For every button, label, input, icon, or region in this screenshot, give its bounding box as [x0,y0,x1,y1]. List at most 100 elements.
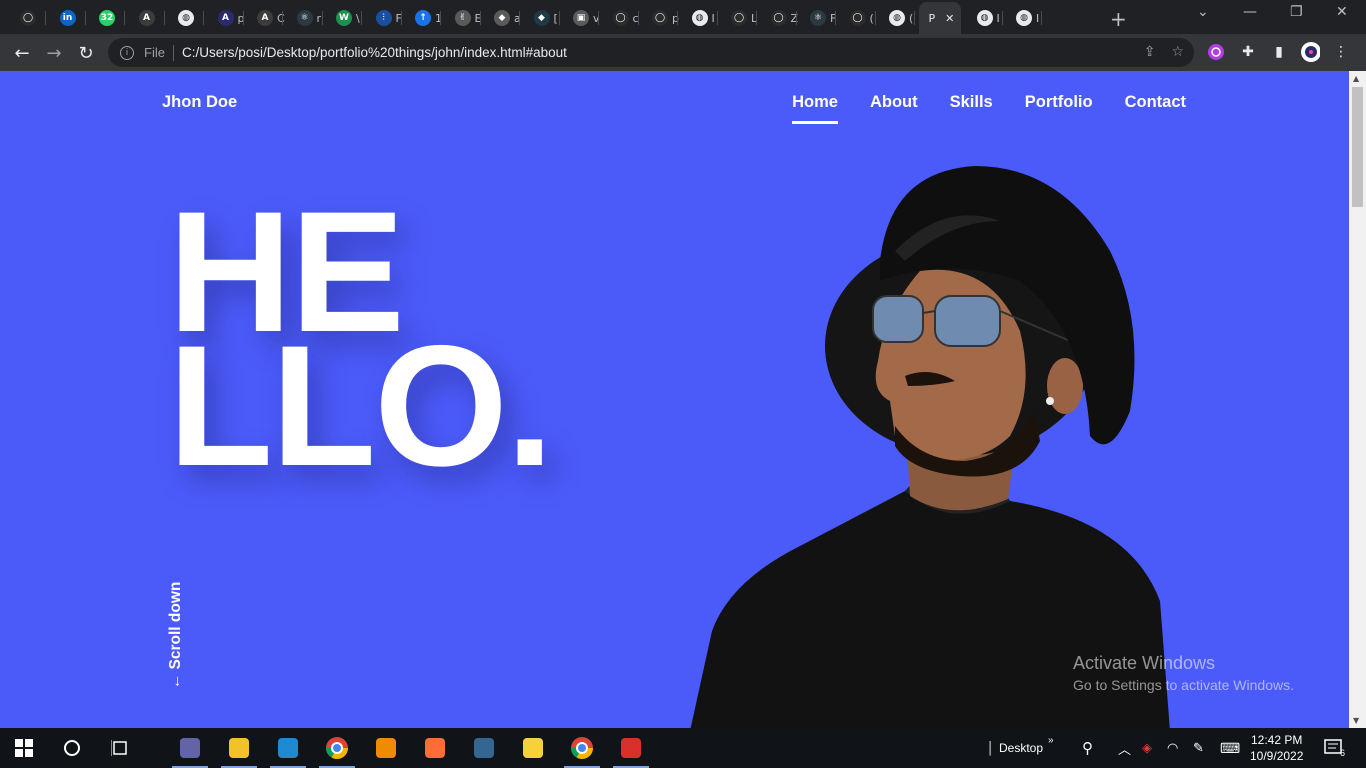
browser-tab[interactable]: Ap [208,6,244,30]
nav-link-portfolio[interactable]: Portfolio [1025,93,1093,124]
browser-tab[interactable]: ⚛ F [800,6,836,30]
browser-tab[interactable]: A [129,6,165,30]
scroll-up-arrow-icon[interactable]: ▲ [1353,74,1359,83]
side-panel-icon[interactable]: ▮ [1269,42,1289,62]
tab-title: I [996,11,1000,25]
close-window-button[interactable]: ✕ [1336,4,1348,20]
browser-tab[interactable]: ◆ a [484,6,521,30]
teams-icon[interactable] [166,728,214,768]
new-tab-button[interactable]: + [1110,7,1127,31]
arrow-left-icon: ← [167,673,184,690]
search-icon[interactable] [48,728,96,768]
tab-separator [282,11,283,25]
desktop-toolbar-label[interactable]: Desktop [999,728,1043,768]
browser-tab[interactable]: ◯ c [603,6,639,30]
image-icon: ▣ [573,10,589,26]
browser-tab[interactable]: ◍ I [967,6,1003,30]
keyboard-icon[interactable]: ⌨ [1220,728,1240,768]
browser-tab[interactable]: ◯( [840,6,876,30]
minimize-button[interactable]: — [1243,4,1257,20]
tab-separator [361,11,362,25]
browser-tab[interactable]: ◯ p [642,6,679,30]
blue-logo-icon: ⫶ [375,10,392,26]
browser-tab[interactable]: P ✕ [918,2,961,34]
react-icon: ⚛ [810,10,826,26]
notification-count: 6 [1340,748,1346,758]
chevron-double-right-icon[interactable]: » [1048,720,1054,760]
github-icon: ◯ [849,10,866,26]
address-bar[interactable]: i File C:/Users/posi/Desktop/portfolio%2… [108,38,1194,67]
globe-icon: ◍ [1016,10,1032,26]
tab-separator [242,11,244,25]
back-button[interactable]: ← [10,41,34,65]
browser-tab[interactable]: ◍ I [682,6,718,30]
page-viewport: Jhon Doe Home About Skills Portfolio Contact… [0,71,1349,728]
notification-center-icon[interactable]: 6 [1324,728,1345,768]
page-scrollbar[interactable]: ▲ ▼ [1349,71,1366,728]
chrome-icon[interactable] [313,728,361,768]
tab-title: ( [869,11,874,25]
activate-windows-watermark: Activate Windows Go to Settings to activ… [1073,653,1294,693]
tab-separator [203,11,204,25]
chrome-profile-icon[interactable] [558,728,606,768]
browser-menu-icon[interactable]: ⋮ [1331,42,1351,62]
task-view-icon[interactable] [96,728,144,768]
close-tab-icon[interactable]: ✕ [945,12,954,25]
browser-tab[interactable]: ◆[ [524,6,560,30]
scroll-down-arrow-icon[interactable]: ▼ [1353,716,1359,725]
browser-tab[interactable]: AC [247,6,285,30]
tab-search-icon[interactable]: ⌄ [1197,4,1209,20]
reload-button[interactable]: ↻ [74,41,98,65]
clock[interactable]: 12:42 PM 10/9/2022 [1250,732,1303,764]
url-text[interactable]: C:/Users/posi/Desktop/portfolio%20things… [182,45,567,60]
browser-tab[interactable]: ◍ I [1006,6,1042,30]
file-explorer-icon[interactable] [215,728,263,768]
tab-title: [ [553,11,558,25]
postgres-icon[interactable] [460,728,508,768]
browser-tab[interactable]: ◯ L [721,6,757,30]
wifi-icon[interactable]: ◠ [1167,728,1178,768]
extensions-puzzle-icon[interactable]: ✚ [1238,42,1258,62]
scrollbar-thumb[interactable] [1352,87,1363,207]
nav-link-home[interactable]: Home [792,93,838,124]
nav-link-skills[interactable]: Skills [950,93,993,124]
chevron-up-icon[interactable]: ︿ [1118,728,1131,768]
browser-tab[interactable]: ↑ 1 [405,6,442,30]
hand-icon: ✌ [454,10,471,26]
tab-separator [1001,11,1003,25]
sticky-notes-icon[interactable] [509,728,557,768]
windows-start-icon[interactable] [0,728,48,768]
profile-avatar[interactable] [1300,42,1320,62]
nav-link-about[interactable]: About [870,93,918,124]
browser-tab[interactable]: ▣ v [563,6,600,30]
nav-link-contact[interactable]: Contact [1125,93,1186,124]
forward-button[interactable]: → [42,41,66,65]
postman-icon[interactable] [411,728,459,768]
site-logo[interactable]: Jhon Doe [162,93,237,112]
tab-separator [835,11,836,25]
vlc-icon[interactable] [362,728,410,768]
browser-tab[interactable]: ⚛ r [287,6,323,30]
share-icon[interactable]: ⇪ [1144,44,1156,60]
bookmark-star-icon[interactable]: ☆ [1171,44,1184,60]
browser-tab[interactable]: ◯ Z [761,6,798,30]
tab-separator [637,11,639,25]
browser-tab[interactable]: ✌ E [445,6,481,30]
browser-tab[interactable]: in [50,6,86,30]
browser-tab[interactable]: 32 [89,6,125,30]
browser-tab[interactable]: ◍( [879,6,915,30]
site-info-icon[interactable]: i [120,45,134,60]
browser-tab[interactable]: ⫶ F [366,6,402,30]
tray-app-icon[interactable]: ◈ [1142,728,1152,768]
browser-tab[interactable]: ◍ [168,6,204,30]
extension-purple-icon[interactable] [1206,42,1226,62]
restore-button[interactable]: ❐ [1290,4,1303,20]
wps-icon[interactable] [607,728,655,768]
browser-tab[interactable]: W \ [326,6,362,30]
tab-separator [163,11,165,25]
pen-icon[interactable]: ✎ [1193,728,1204,768]
vscode-icon[interactable] [264,728,312,768]
browser-tab[interactable]: ◯ [10,6,46,30]
scroll-down-link[interactable]: ← Scroll down [167,582,185,689]
people-icon[interactable]: ⚲ [1082,728,1093,768]
